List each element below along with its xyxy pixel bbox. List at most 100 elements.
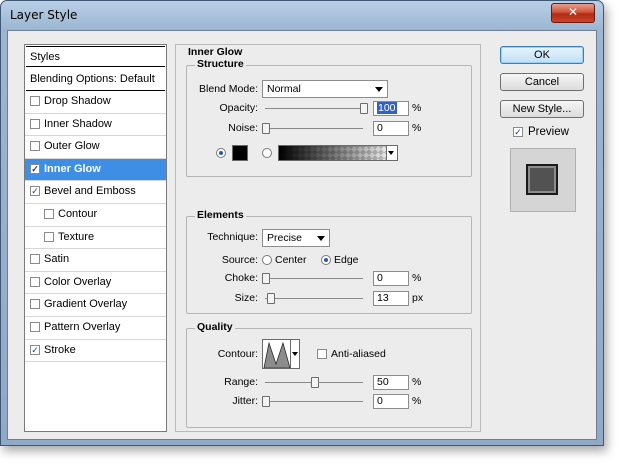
style-item-inner-glow[interactable]: ✓ Inner Glow bbox=[25, 158, 166, 182]
contour-curve-icon bbox=[263, 341, 291, 368]
size-slider-track[interactable] bbox=[265, 298, 363, 299]
preview-square bbox=[526, 164, 558, 195]
style-checkbox[interactable]: ✓ bbox=[30, 163, 40, 174]
solid-color-radio[interactable] bbox=[216, 148, 226, 158]
opacity-unit: % bbox=[412, 102, 422, 114]
style-item-texture[interactable]: Texture bbox=[25, 227, 166, 250]
source-center-label[interactable]: Center bbox=[275, 254, 307, 266]
style-checkbox[interactable] bbox=[30, 254, 40, 265]
jitter-field[interactable]: 0 bbox=[373, 394, 409, 409]
blend-mode-select[interactable]: Normal bbox=[262, 80, 388, 98]
source-center-radio[interactable] bbox=[262, 255, 272, 265]
technique-select[interactable]: Precise bbox=[262, 229, 330, 247]
cancel-button[interactable]: Cancel bbox=[500, 73, 584, 91]
choke-slider-thumb[interactable] bbox=[262, 273, 270, 284]
glow-color-swatch[interactable] bbox=[232, 145, 248, 161]
style-checkbox[interactable] bbox=[30, 276, 40, 287]
preview-label[interactable]: Preview bbox=[528, 126, 569, 138]
style-checkbox[interactable] bbox=[30, 141, 40, 152]
blending-options-item[interactable]: Blending Options: Default bbox=[26, 68, 165, 91]
style-item-label: Gradient Overlay bbox=[44, 298, 128, 311]
anti-aliased-checkbox[interactable] bbox=[317, 349, 327, 359]
chevron-down-icon bbox=[388, 151, 394, 155]
style-item-label: Stroke bbox=[44, 343, 76, 356]
elements-title: Elements bbox=[195, 209, 246, 221]
window-title: Layer Style bbox=[10, 8, 78, 22]
choke-label: Choke: bbox=[224, 272, 258, 284]
contour-picker[interactable] bbox=[262, 339, 300, 369]
styles-header[interactable]: Styles bbox=[26, 46, 165, 67]
dialog-client-area: Styles Blending Options: Default Drop Sh… bbox=[7, 30, 597, 440]
opacity-slider-track[interactable] bbox=[265, 108, 363, 109]
new-style-button[interactable]: New Style... bbox=[500, 100, 584, 118]
style-item-drop-shadow[interactable]: Drop Shadow bbox=[25, 91, 166, 114]
technique-label: Technique: bbox=[207, 231, 258, 243]
style-checkbox[interactable]: ✓ bbox=[30, 186, 40, 197]
style-item-bevel-and-emboss[interactable]: ✓ Bevel and Emboss bbox=[25, 181, 166, 204]
panel-title: Inner Glow bbox=[188, 46, 243, 58]
anti-aliased-label[interactable]: Anti-aliased bbox=[331, 348, 386, 360]
opacity-label: Opacity: bbox=[219, 102, 258, 114]
range-label: Range: bbox=[224, 376, 258, 388]
noise-slider-track[interactable] bbox=[265, 128, 363, 129]
range-slider-thumb[interactable] bbox=[311, 377, 319, 388]
source-label: Source: bbox=[221, 254, 258, 266]
style-item-pattern-overlay[interactable]: Pattern Overlay bbox=[25, 317, 166, 340]
noise-field[interactable]: 0 bbox=[373, 121, 409, 136]
style-item-gradient-overlay[interactable]: Gradient Overlay bbox=[25, 294, 166, 317]
jitter-slider-thumb[interactable] bbox=[262, 396, 270, 407]
style-checkbox[interactable]: ✓ bbox=[30, 344, 40, 355]
style-checkbox[interactable] bbox=[30, 118, 40, 129]
size-label: Size: bbox=[234, 292, 258, 304]
style-item-stroke[interactable]: ✓ Stroke bbox=[25, 340, 166, 363]
style-item-contour[interactable]: Contour bbox=[25, 204, 166, 227]
style-checkbox[interactable] bbox=[44, 208, 54, 219]
style-item-inner-shadow[interactable]: Inner Shadow bbox=[25, 114, 166, 137]
choke-slider-track[interactable] bbox=[265, 278, 363, 279]
noise-slider-thumb[interactable] bbox=[262, 123, 270, 134]
choke-field[interactable]: 0 bbox=[373, 271, 409, 286]
style-item-label: Contour bbox=[58, 207, 98, 220]
chevron-down-icon bbox=[317, 236, 325, 241]
style-item-label: Inner Glow bbox=[44, 162, 101, 175]
contour-dropdown-button[interactable] bbox=[290, 340, 299, 368]
gradient-preview bbox=[279, 146, 397, 160]
style-item-label: Bevel and Emboss bbox=[44, 185, 136, 198]
style-checkbox[interactable] bbox=[30, 321, 40, 332]
style-checkbox[interactable] bbox=[30, 96, 40, 106]
chevron-down-icon bbox=[375, 87, 383, 92]
style-item-label: Pattern Overlay bbox=[44, 320, 121, 333]
size-slider-thumb[interactable] bbox=[266, 293, 275, 304]
contour-label: Contour: bbox=[217, 348, 258, 360]
range-field[interactable]: 50 bbox=[373, 375, 409, 390]
style-preview bbox=[510, 148, 576, 212]
size-unit: px bbox=[412, 292, 424, 304]
source-edge-label[interactable]: Edge bbox=[334, 254, 359, 266]
style-item-label: Outer Glow bbox=[44, 140, 100, 153]
title-bar[interactable]: Layer Style ✕ bbox=[1, 1, 603, 31]
opacity-slider-thumb[interactable] bbox=[360, 103, 368, 114]
style-checkbox[interactable] bbox=[30, 299, 40, 310]
blend-mode-label: Blend Mode: bbox=[199, 83, 258, 95]
close-button[interactable]: ✕ bbox=[551, 3, 595, 23]
style-item-label: Drop Shadow bbox=[44, 95, 111, 107]
style-item-label: Color Overlay bbox=[44, 275, 112, 288]
jitter-label: Jitter: bbox=[232, 395, 258, 407]
choke-unit: % bbox=[412, 272, 422, 284]
ok-button[interactable]: OK bbox=[500, 46, 584, 64]
opacity-field[interactable]: 100 bbox=[373, 101, 409, 116]
style-checkbox[interactable] bbox=[44, 231, 54, 242]
style-item-color-overlay[interactable]: Color Overlay bbox=[25, 272, 166, 295]
jitter-slider-track[interactable] bbox=[265, 401, 363, 402]
gradient-radio[interactable] bbox=[262, 148, 272, 158]
preview-checkbox[interactable]: ✓ bbox=[513, 127, 523, 137]
structure-title: Structure bbox=[195, 58, 246, 70]
size-field[interactable]: 13 bbox=[373, 291, 409, 306]
style-item-label: Satin bbox=[44, 253, 70, 266]
source-edge-radio[interactable] bbox=[321, 255, 331, 265]
gradient-dropdown-button[interactable] bbox=[386, 146, 397, 160]
gradient-picker[interactable] bbox=[278, 145, 398, 161]
jitter-unit: % bbox=[412, 395, 422, 407]
style-item-outer-glow[interactable]: Outer Glow bbox=[25, 136, 166, 159]
style-item-satin[interactable]: Satin bbox=[25, 249, 166, 272]
